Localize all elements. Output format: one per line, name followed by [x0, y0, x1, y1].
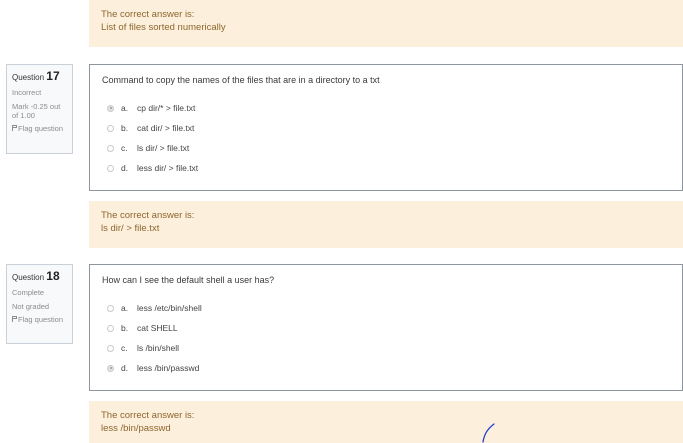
- option-text: cp dir/* > file.txt: [137, 103, 196, 113]
- question-text: How can I see the default shell a user h…: [102, 275, 275, 285]
- radio-button[interactable]: [107, 344, 114, 352]
- flag-question-link[interactable]: Flag question: [12, 315, 67, 324]
- answer-option-a[interactable]: a. cp dir/* > file.txt: [107, 102, 195, 114]
- option-text: cat SHELL: [137, 323, 178, 333]
- answer-option-d[interactable]: d. less /bin/passwd: [107, 362, 199, 374]
- radio-button[interactable]: [107, 104, 114, 112]
- feedback-box: The correct answer is: ls dir/ > file.tx…: [89, 201, 683, 248]
- option-text: less /etc/bin/shell: [137, 303, 202, 313]
- question-state: Complete: [12, 288, 45, 297]
- question-grade: Mark -0.25 out of 1.00: [12, 102, 61, 120]
- question-number: Question 18: [12, 269, 60, 283]
- question-info: Question 17 Incorrect Mark -0.25 out of …: [6, 64, 73, 154]
- option-text: cat dir/ > file.txt: [137, 123, 195, 133]
- radio-button[interactable]: [107, 364, 114, 372]
- feedback-answer: less /bin/passwd: [101, 423, 171, 434]
- question-grade: Not graded: [12, 302, 50, 311]
- option-text: less /bin/passwd: [137, 363, 200, 373]
- flag-icon: [12, 125, 17, 131]
- radio-button[interactable]: [107, 144, 114, 152]
- answer-option-c[interactable]: c. ls /bin/shell: [107, 342, 179, 354]
- answer-option-b[interactable]: b. cat dir/ > file.txt: [107, 122, 194, 134]
- answer-option-d[interactable]: d. less dir/ > file.txt: [107, 162, 198, 174]
- question-info: Question 18 Complete Not graded Flag que…: [6, 264, 73, 344]
- flag-question-link[interactable]: Flag question: [12, 124, 67, 133]
- question-number: Question 17: [12, 69, 60, 83]
- answer-option-b[interactable]: b. cat SHELL: [107, 322, 178, 334]
- question-formulation: How can I see the default shell a user h…: [89, 264, 683, 391]
- feedback-answer: List of files sorted numerically: [101, 22, 226, 33]
- feedback-box: The correct answer is: List of files sor…: [89, 0, 683, 47]
- feedback-heading: The correct answer is:: [101, 410, 195, 421]
- answer-option-a[interactable]: a. less /etc/bin/shell: [107, 302, 202, 314]
- radio-button[interactable]: [107, 164, 114, 172]
- option-text: ls /bin/shell: [137, 343, 180, 353]
- feedback-heading: The correct answer is:: [101, 9, 195, 20]
- feedback-box: The correct answer is: less /bin/passwd: [89, 401, 683, 443]
- radio-button[interactable]: [107, 324, 114, 332]
- question-text: Command to copy the names of the files t…: [102, 75, 380, 85]
- feedback-heading: The correct answer is:: [101, 210, 195, 221]
- answer-option-c[interactable]: c. ls dir/ > file.txt: [107, 142, 189, 154]
- radio-button[interactable]: [107, 304, 114, 312]
- flag-icon: [12, 316, 17, 322]
- radio-button[interactable]: [107, 124, 114, 132]
- question-formulation: Command to copy the names of the files t…: [89, 64, 683, 191]
- option-text: ls dir/ > file.txt: [137, 143, 190, 153]
- feedback-answer: ls dir/ > file.txt: [101, 223, 160, 234]
- option-text: less dir/ > file.txt: [137, 163, 199, 173]
- question-state: Incorrect: [12, 88, 42, 97]
- pen-annotation-mark: [482, 423, 495, 443]
